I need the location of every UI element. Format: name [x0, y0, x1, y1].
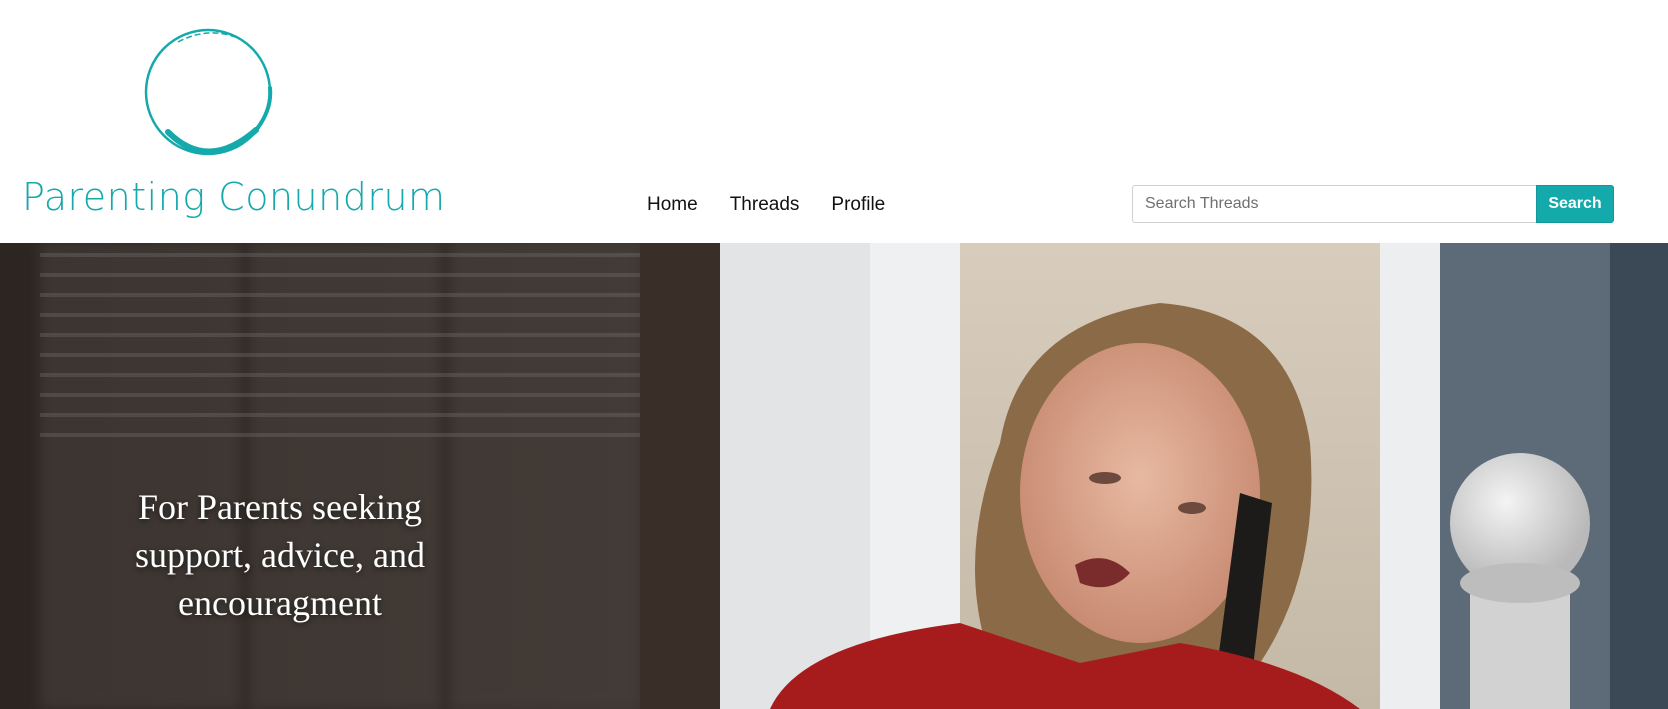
nav-profile[interactable]: Profile: [831, 194, 885, 216]
main-nav: Home Threads Profile: [647, 194, 885, 216]
hero-photo: [0, 243, 1668, 709]
ring-logo-icon[interactable]: [138, 22, 278, 162]
search-form: Search: [1132, 185, 1614, 223]
brand-name[interactable]: Parenting Conundrum: [22, 178, 446, 216]
hero-tagline: For Parents seeking support, advice, and…: [135, 487, 425, 623]
nav-home[interactable]: Home: [647, 194, 698, 216]
site-header: Parenting Conundrum Home Threads Profile…: [0, 0, 1668, 243]
search-button[interactable]: Search: [1536, 185, 1614, 223]
hero-banner: For Parents seeking support, advice, and…: [0, 243, 1668, 709]
search-input[interactable]: [1132, 185, 1536, 223]
nav-threads[interactable]: Threads: [730, 194, 800, 216]
